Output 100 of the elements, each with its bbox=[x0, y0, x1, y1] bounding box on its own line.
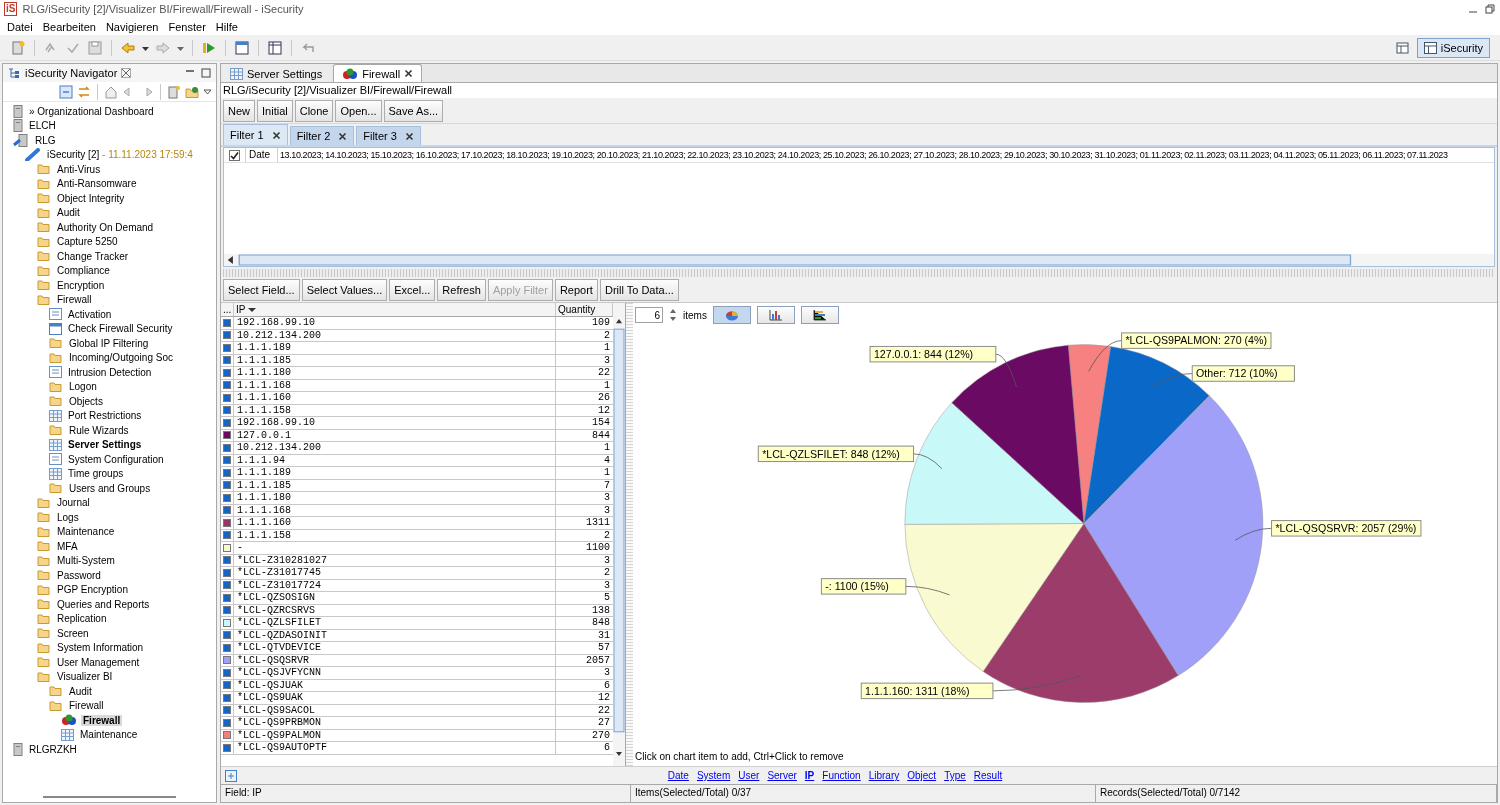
sort-caret-icon[interactable] bbox=[248, 305, 257, 314]
toolbar-button[interactable]: Open... bbox=[335, 99, 382, 122]
tree-item[interactable]: Activation bbox=[66, 308, 114, 320]
chart-type-button[interactable] bbox=[800, 306, 839, 324]
tree-item[interactable]: Compliance bbox=[55, 265, 112, 277]
toolbar-button[interactable]: Initial bbox=[257, 99, 293, 122]
menu-item[interactable]: Navigieren bbox=[100, 20, 164, 33]
collapse-all-icon[interactable] bbox=[59, 84, 73, 99]
tree-item[interactable]: Objects bbox=[67, 395, 105, 407]
toolbar-button[interactable]: New bbox=[223, 99, 255, 122]
tree-item[interactable]: Queries and Reports bbox=[55, 598, 152, 610]
editor-tab[interactable]: Server Settings bbox=[221, 64, 332, 82]
tree-item[interactable]: Encryption bbox=[55, 279, 107, 291]
checkbox[interactable] bbox=[229, 149, 240, 161]
horizontal-bar-chart-icon[interactable] bbox=[812, 309, 827, 321]
filter-tab[interactable]: Filter 3 bbox=[356, 126, 421, 145]
tree-item[interactable]: RLGRZKH bbox=[27, 743, 79, 755]
tree-item[interactable]: Port Restrictions bbox=[66, 410, 144, 422]
menu-item[interactable]: Datei bbox=[2, 20, 38, 33]
editor-tab[interactable]: Firewall bbox=[333, 64, 423, 82]
tree-item[interactable]: Replication bbox=[55, 613, 109, 625]
tree-item[interactable]: System Information bbox=[55, 642, 146, 654]
tree-item[interactable]: Visualizer BI bbox=[55, 671, 115, 683]
tree-item[interactable]: Change Tracker bbox=[55, 250, 131, 262]
filter-tab[interactable]: Filter 1 bbox=[223, 124, 288, 145]
filter-tab[interactable]: Filter 2 bbox=[289, 126, 355, 145]
tree-item[interactable]: Server Settings bbox=[66, 439, 144, 451]
pie-slice[interactable] bbox=[1083, 395, 1264, 676]
folder-icon[interactable] bbox=[185, 84, 199, 99]
menu-item[interactable]: Hilfe bbox=[210, 20, 243, 33]
field-link[interactable]: Library bbox=[868, 770, 900, 781]
action-button[interactable]: Select Values... bbox=[301, 278, 388, 301]
action-button[interactable]: Drill To Data... bbox=[599, 278, 679, 301]
new-document-icon[interactable] bbox=[167, 84, 181, 99]
field-link[interactable]: System bbox=[696, 770, 731, 781]
tree-item[interactable]: Audit bbox=[67, 685, 94, 697]
back-arrow-icon[interactable] bbox=[120, 39, 136, 56]
field-link[interactable]: Type bbox=[944, 770, 966, 781]
close-icon[interactable] bbox=[338, 131, 348, 141]
tree-item[interactable]: RLG bbox=[33, 134, 58, 146]
tree-item[interactable]: Time groups bbox=[66, 468, 126, 480]
tree-item[interactable]: Capture 5250 bbox=[55, 236, 120, 248]
field-link[interactable]: Function bbox=[822, 770, 861, 781]
tree-item[interactable]: Firewall bbox=[67, 700, 106, 712]
field-link[interactable]: Server bbox=[767, 770, 797, 781]
pie-chart-icon[interactable] bbox=[724, 309, 739, 321]
menu-item[interactable]: Fenster bbox=[163, 20, 211, 33]
close-icon[interactable] bbox=[271, 130, 281, 140]
tree-item[interactable]: Screen bbox=[55, 627, 91, 639]
link-icon[interactable] bbox=[77, 84, 91, 99]
action-button[interactable]: Excel... bbox=[389, 278, 436, 301]
tree-item[interactable]: Incoming/Outgoing Soc bbox=[67, 352, 175, 364]
spinner-icon[interactable] bbox=[669, 307, 677, 323]
tree-item[interactable]: iSecurity [2] - 11.11.2023 17:59:4 bbox=[45, 149, 195, 161]
tree-item[interactable]: System Configuration bbox=[66, 453, 166, 465]
tree-item[interactable]: Journal bbox=[55, 497, 92, 509]
action-button[interactable]: Refresh bbox=[437, 278, 486, 301]
tree-item[interactable]: Logs bbox=[55, 511, 81, 523]
tree-item[interactable]: Anti-Virus bbox=[55, 163, 103, 175]
tree-item[interactable]: PGP Encryption bbox=[55, 584, 130, 596]
tree-item[interactable]: ELCH bbox=[27, 120, 58, 132]
action-button[interactable]: Select Field... bbox=[223, 278, 300, 301]
vertical-scrollbar[interactable] bbox=[613, 303, 625, 766]
expand-icon[interactable] bbox=[225, 769, 237, 782]
tree-item[interactable]: MFA bbox=[55, 540, 80, 552]
restore-icon[interactable] bbox=[1484, 3, 1496, 15]
column-header[interactable]: IP bbox=[234, 303, 556, 316]
tree-item[interactable]: Check Firewall Security bbox=[66, 323, 175, 335]
count-field[interactable]: 6 bbox=[635, 307, 663, 323]
field-link[interactable]: Object bbox=[907, 770, 937, 781]
toolbar-button[interactable]: Save As... bbox=[383, 99, 444, 122]
close-icon[interactable] bbox=[404, 69, 414, 78]
field-link[interactable]: Result bbox=[973, 770, 1003, 781]
open-perspective-icon[interactable] bbox=[1394, 39, 1411, 56]
horizontal-scrollbar[interactable] bbox=[224, 254, 1494, 266]
menu-item[interactable]: Bearbeiten bbox=[37, 20, 101, 33]
bar-chart-icon[interactable] bbox=[768, 309, 783, 321]
tree-item[interactable]: Maintenance bbox=[78, 729, 140, 741]
tree-item[interactable]: Audit bbox=[55, 207, 82, 219]
pie-slice[interactable] bbox=[982, 523, 1179, 703]
field-link[interactable]: User bbox=[738, 770, 760, 781]
window-icon[interactable] bbox=[234, 39, 250, 56]
tree-item[interactable]: User Management bbox=[55, 656, 142, 668]
maximize-icon[interactable] bbox=[200, 67, 212, 79]
panel-icon[interactable] bbox=[267, 39, 283, 56]
tree-item[interactable]: Rule Wizards bbox=[67, 424, 131, 436]
tree-item[interactable]: Password bbox=[55, 569, 103, 581]
save-icon[interactable] bbox=[87, 39, 103, 56]
perspective-button[interactable]: iSecurity bbox=[1416, 37, 1490, 58]
close-icon[interactable] bbox=[404, 131, 414, 141]
action-button[interactable]: Report bbox=[554, 278, 598, 301]
tree-item[interactable]: Firewall bbox=[55, 294, 94, 306]
tree-item[interactable]: Object Integrity bbox=[55, 192, 127, 204]
tree-item[interactable]: Logon bbox=[67, 381, 99, 393]
tree-item[interactable]: Authority On Demand bbox=[55, 221, 156, 233]
tree-item[interactable]: Global IP Filtering bbox=[67, 337, 151, 349]
tree-item[interactable]: Firewall bbox=[81, 714, 123, 726]
tree-item[interactable]: Intrusion Detection bbox=[66, 366, 154, 378]
toolbar-button[interactable]: Clone bbox=[294, 99, 334, 122]
home-icon[interactable] bbox=[104, 84, 118, 99]
